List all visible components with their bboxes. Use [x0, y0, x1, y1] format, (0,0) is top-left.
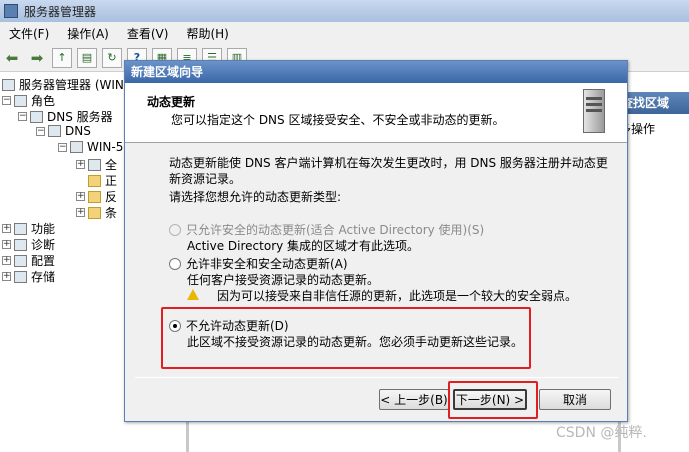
server-icon [2, 78, 15, 91]
tree-storage-label: 存储 [31, 270, 56, 284]
intro-line: 新资源记录。 [169, 172, 242, 186]
radio-button [169, 223, 181, 236]
show-hide-tree-icon[interactable]: ▤ [77, 47, 97, 68]
radio-button[interactable] [169, 257, 181, 270]
expand-icon[interactable]: + [2, 256, 11, 265]
expand-icon[interactable]: + [76, 160, 85, 169]
tree-root-label: 服务器管理器 (WIN- [19, 78, 129, 92]
tree-dns-server[interactable]: − DNS 服务器 [18, 108, 113, 125]
dns-server-icon [30, 110, 43, 123]
tree-item-conditional[interactable]: + 条 [76, 204, 117, 221]
window-title: 服务器管理器 [24, 4, 97, 19]
tree-roles[interactable]: − 角色 [2, 92, 55, 109]
highlight-box [161, 307, 531, 369]
diagnostics-icon [14, 238, 27, 251]
tree-features[interactable]: + 功能 [2, 220, 55, 237]
tree-diagnostics[interactable]: + 诊断 [2, 236, 55, 253]
back-arrow-icon[interactable]: ⬅ [2, 48, 22, 68]
tree-dns-label: DNS [65, 124, 91, 138]
expand-icon[interactable]: + [76, 208, 85, 217]
roles-icon [14, 94, 27, 107]
tree-roles-label: 角色 [31, 94, 56, 108]
tree-item-label: 条 [105, 206, 118, 220]
tree-config[interactable]: + 配置 [2, 252, 55, 269]
intro-text: 动态更新能使 DNS 客户端计算机在每次发生更改时，用 DNS 服务器注册并动态… [169, 155, 608, 187]
button-separator [135, 377, 619, 378]
tree-item-reverse[interactable]: + 反 [76, 188, 117, 205]
expand-icon[interactable]: + [2, 240, 11, 249]
records-icon [88, 158, 101, 171]
folder-icon [88, 174, 101, 187]
forward-arrow-icon[interactable]: ➡ [27, 48, 47, 68]
tree-item-label: 全 [105, 158, 118, 172]
server-manager-icon [4, 4, 18, 18]
menu-bar: 文件(F) 操作(A) 查看(V) 帮助(H) [0, 22, 689, 44]
up-folder-icon[interactable]: ↑ [52, 47, 72, 68]
expand-icon[interactable]: + [76, 192, 85, 201]
menu-file[interactable]: 文件(F) [0, 25, 58, 42]
tree-dns-server-label: DNS 服务器 [47, 110, 113, 124]
server-tower-icon [577, 87, 609, 137]
radio-secure-only: 只允许安全的动态更新(适合 Active Directory 使用)(S) [169, 221, 484, 238]
config-icon [14, 254, 27, 267]
tree-features-label: 功能 [31, 222, 56, 236]
window-titlebar: 服务器管理器 [0, 0, 689, 22]
radio-nonsecure-and-secure[interactable]: 允许非安全和安全动态更新(A) [169, 255, 348, 272]
dialog-header: 动态更新 您可以指定这个 DNS 区域接受安全、不安全或非动态的更新。 [125, 83, 627, 143]
cancel-button[interactable]: 取消 [539, 389, 611, 410]
collapse-icon[interactable]: − [2, 96, 11, 105]
menu-help[interactable]: 帮助(H) [177, 25, 237, 42]
radio-label: 只允许安全的动态更新(适合 Active Directory 使用)(S) [186, 223, 485, 237]
collapse-icon[interactable]: − [18, 112, 27, 121]
tree-diagnostics-label: 诊断 [31, 238, 56, 252]
refresh-icon[interactable]: ↻ [102, 47, 122, 68]
watermark: CSDN @纯粹. [556, 425, 647, 441]
tree-item-forward[interactable]: 正 [88, 172, 117, 189]
collapse-icon[interactable]: − [58, 142, 67, 152]
console-tree: 服务器管理器 (WIN- − 角色 − DNS 服务器 − DNS − WIN-… [0, 72, 130, 452]
tree-item-all[interactable]: + 全 [76, 156, 117, 173]
expand-icon[interactable]: + [2, 224, 11, 233]
option-description: Active Directory 集成的区域才有此选项。 [187, 239, 420, 253]
tree-storage[interactable]: + 存储 [2, 268, 55, 285]
warning-text: 因为可以接受来自非信任源的更新，此选项是一个较大的安全弱点。 [217, 289, 578, 303]
storage-icon [14, 270, 27, 283]
highlight-box [448, 381, 538, 419]
menu-view[interactable]: 查看(V) [118, 25, 178, 42]
tree-dns[interactable]: − DNS [36, 124, 91, 138]
option-description: 任何客户接受资源记录的动态更新。 [187, 273, 380, 287]
expand-icon[interactable]: + [2, 272, 11, 281]
back-button[interactable]: < 上一步(B) [379, 389, 449, 410]
header-subtitle: 您可以指定这个 DNS 区域接受安全、不安全或非动态的更新。 [171, 113, 505, 127]
tree-win-label: WIN-5 [87, 140, 124, 154]
collapse-icon[interactable]: − [36, 126, 45, 136]
menu-action[interactable]: 操作(A) [58, 25, 118, 42]
computer-icon [70, 141, 83, 153]
folder-icon [88, 190, 101, 203]
header-title: 动态更新 [147, 95, 196, 109]
prompt-text: 请选择您想允许的动态更新类型: [169, 190, 342, 204]
actions-pane-header: 查找区域 [619, 92, 689, 114]
tree-item-label: 反 [105, 190, 118, 204]
new-zone-wizard-dialog: 新建区域向导 动态更新 您可以指定这个 DNS 区域接受安全、不安全或非动态的更… [124, 60, 628, 422]
folder-icon [88, 206, 101, 219]
dns-icon [48, 125, 61, 137]
tree-config-label: 配置 [31, 254, 56, 268]
features-icon [14, 222, 27, 235]
warning-icon [187, 289, 199, 300]
tree-item-label: 正 [105, 174, 118, 188]
tree-win[interactable]: − WIN-5 [58, 140, 123, 154]
intro-line: 动态更新能使 DNS 客户端计算机在每次发生更改时，用 DNS 服务器注册并动态… [169, 156, 608, 170]
tree-root[interactable]: 服务器管理器 (WIN- [2, 76, 128, 93]
radio-label: 允许非安全和安全动态更新(A) [186, 257, 348, 271]
dialog-title: 新建区域向导 [125, 61, 627, 83]
